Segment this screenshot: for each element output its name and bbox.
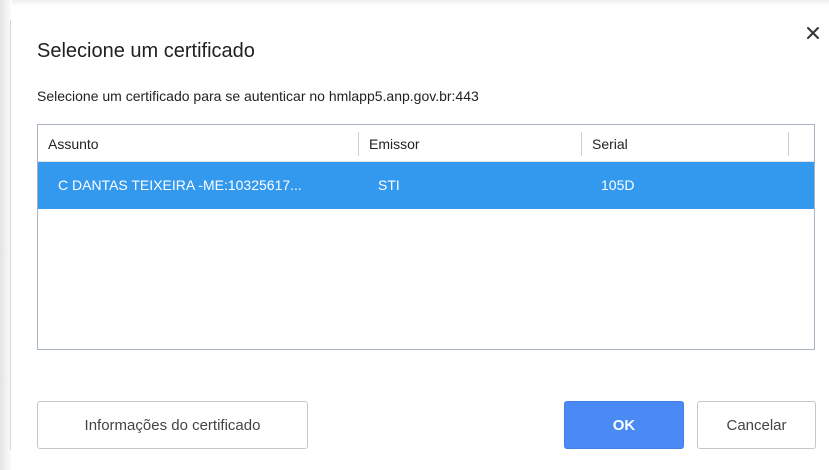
column-header-assunto[interactable]: Assunto	[38, 125, 358, 161]
cell-serial: 105D	[601, 177, 635, 193]
column-header-emissor[interactable]: Emissor	[359, 125, 581, 161]
close-button[interactable]	[802, 22, 824, 44]
table-row[interactable]: C DANTAS TEIXEIRA -ME:10325617... STI 10…	[38, 162, 814, 209]
close-icon	[807, 27, 819, 39]
certificate-table: Assunto Emissor Serial C DANTAS TEIXEIRA…	[37, 124, 815, 350]
certificate-dialog: Selecione um certificado Selecione um ce…	[12, 0, 829, 470]
cell-subject: C DANTAS TEIXEIRA -ME:10325617...	[58, 177, 302, 193]
window-left-edge	[0, 0, 12, 470]
cancel-button[interactable]: Cancelar	[697, 401, 816, 449]
dialog-title: Selecione um certificado	[37, 40, 255, 62]
column-header-serial[interactable]: Serial	[582, 125, 788, 161]
certificate-info-button[interactable]: Informações do certificado	[37, 401, 308, 449]
table-header: Assunto Emissor Serial	[38, 125, 814, 162]
cell-issuer: STI	[378, 177, 400, 193]
column-divider[interactable]	[788, 132, 789, 156]
dialog-subtitle: Selecione um certificado para se autenti…	[37, 88, 479, 104]
ok-button[interactable]: OK	[564, 401, 684, 449]
